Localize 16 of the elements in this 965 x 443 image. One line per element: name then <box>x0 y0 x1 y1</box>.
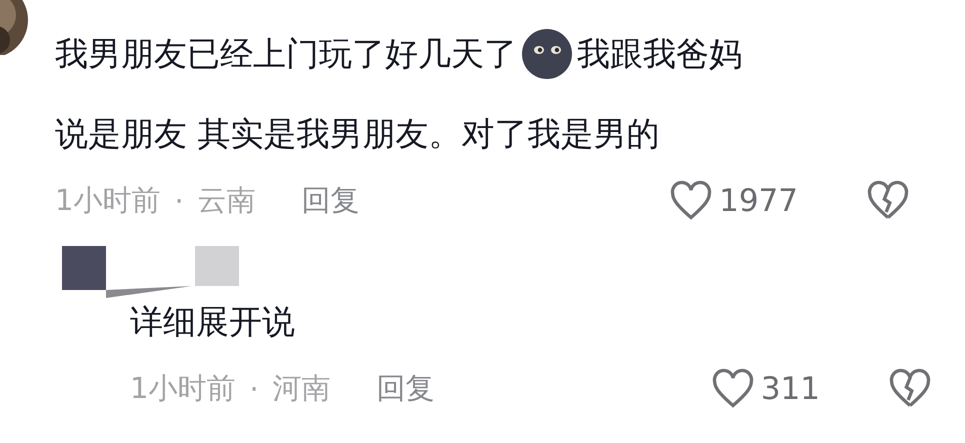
heart-icon[interactable] <box>669 180 714 222</box>
comment-text: 详细展开说 <box>130 301 296 343</box>
heart-icon[interactable] <box>710 368 755 410</box>
moon-face-icon <box>521 28 573 80</box>
separator-dot: · <box>249 372 259 406</box>
comment-time: 1小时前 <box>130 370 236 407</box>
like-count: 311 <box>760 371 820 407</box>
comment-text: 说是朋友 其实是我男朋友。对了我是男的 <box>55 113 660 155</box>
reply-link[interactable]: 回复 <box>376 369 435 409</box>
like-count: 1977 <box>719 183 798 219</box>
comment-text: 我男朋友已经上门玩了好几天了 我跟我爸妈 <box>55 28 965 80</box>
comment-location: 云南 <box>198 182 256 219</box>
reply-link[interactable]: 回复 <box>302 181 360 221</box>
comment-location: 河南 <box>272 370 331 407</box>
comment-time: 1小时前 <box>55 182 160 219</box>
separator-dot: · <box>174 184 184 218</box>
